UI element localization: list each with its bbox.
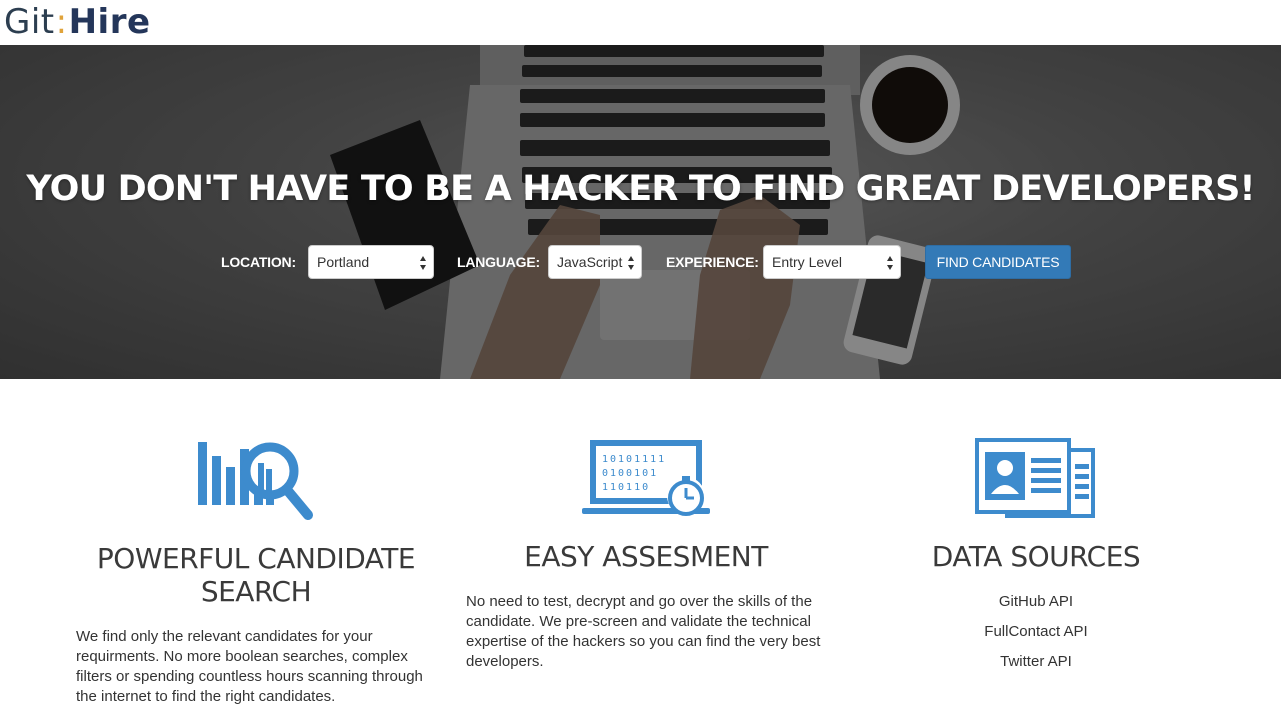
hero-background-image — [0, 45, 1281, 379]
select-arrows-icon — [887, 256, 893, 270]
select-arrows-icon — [420, 256, 426, 270]
feature-text-assessment: No need to test, decrypt and go over the… — [466, 593, 821, 670]
feature-title-data-sources: DATA SOURCES — [931, 540, 1141, 573]
logo-hire: Hire — [68, 2, 151, 42]
language-select[interactable]: JavaScript — [548, 245, 642, 279]
location-select-value: Portland — [317, 254, 370, 270]
select-arrows-icon — [628, 256, 634, 270]
logo-separator: : — [55, 2, 68, 42]
experience-select[interactable]: Entry Level — [763, 245, 901, 279]
binary-line-1: 10101111 — [602, 454, 666, 465]
language-label: LANGUAGE: — [457, 254, 540, 270]
feature-title-assessment: EASY ASSESMENT — [524, 540, 768, 573]
location-label: LOCATION: — [221, 254, 296, 270]
feature-text-search: We find only the relevant candidates for… — [76, 628, 423, 705]
location-select[interactable]: Portland — [308, 245, 434, 279]
search-filters: LOCATION: Portland LANGUAGE: JavaScript … — [0, 245, 1281, 279]
search-chart-icon — [198, 442, 313, 520]
data-source-twitter: Twitter API — [1000, 653, 1072, 670]
logo-git: Git — [4, 2, 55, 42]
find-candidates-button[interactable]: FIND CANDIDATES — [925, 245, 1071, 279]
data-source-github: GitHub API — [998, 593, 1074, 610]
site-header: Git:Hire — [0, 0, 1281, 45]
binary-line-2: 0100101 — [602, 468, 658, 479]
logo[interactable]: Git:Hire — [4, 2, 151, 42]
feature-title-search: POWERFUL CANDIDATE SEARCH — [96, 542, 416, 608]
language-select-value: JavaScript — [557, 254, 623, 270]
experience-label: EXPERIENCE: — [666, 254, 759, 270]
hero-title: YOU DON'T HAVE TO BE A HACKER TO FIND GR… — [26, 169, 1255, 209]
binary-line-3: 110110 — [602, 482, 650, 493]
experience-select-value: Entry Level — [772, 254, 843, 270]
data-source-fullcontact: FullContact API — [984, 623, 1088, 640]
profile-cards-icon — [975, 438, 1095, 518]
laptop-binary-stopwatch-icon: 10101111 0100101 110110 — [582, 440, 710, 516]
hero-banner: YOU DON'T HAVE TO BE A HACKER TO FIND GR… — [0, 45, 1281, 379]
